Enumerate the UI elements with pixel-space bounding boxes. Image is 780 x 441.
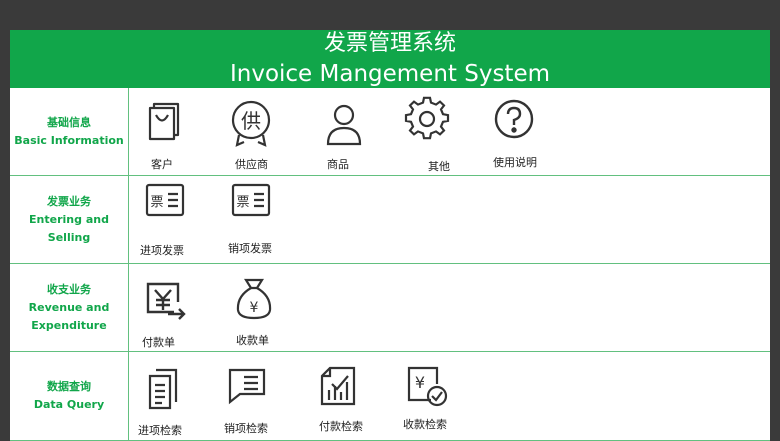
output-search-label: 销项检索 [224, 422, 268, 435]
input-invoice-label: 进项发票 [140, 244, 184, 257]
section-title-cn: 基础信息 [47, 115, 91, 129]
input-search-button[interactable]: 进项检索 [138, 352, 210, 440]
customer-label: 客户 [151, 158, 173, 171]
output-invoice-label: 销项发票 [228, 242, 272, 255]
supplier-badge-icon: 供 [231, 100, 271, 147]
section-entering-selling: 发票业务 Entering and Selling 票 进项发票 票 销项发票 [10, 176, 770, 264]
input-invoice-button[interactable]: 票 进项发票 [140, 176, 210, 263]
product-button[interactable]: 商品 [322, 88, 392, 175]
section-data-query: 数据查询 Data Query 进项检索 销项检索 付款检索 ¥ 收款检索 [10, 352, 770, 441]
person-icon [326, 104, 362, 146]
supplier-label: 供应商 [235, 158, 268, 171]
section-title-en: Entering and Selling [29, 212, 109, 244]
payment-search-label: 付款检索 [319, 420, 363, 433]
svg-text:¥: ¥ [250, 300, 259, 316]
question-icon [494, 99, 534, 139]
section-label: 基础信息 Basic Information [10, 88, 129, 175]
user-guide-label: 使用说明 [493, 156, 537, 169]
supplier-button[interactable]: 供 供应商 [228, 88, 298, 175]
yuan-check-icon: ¥ [407, 366, 448, 407]
invoice-icon: 票 [145, 183, 185, 217]
product-label: 商品 [327, 158, 349, 171]
gear-icon [404, 96, 450, 140]
section-title-en-line1: Revenue and [28, 300, 110, 314]
section-title-en: Data Query [33, 398, 105, 411]
other-label: 其他 [428, 160, 450, 173]
receipt-search-label: 收款检索 [403, 418, 447, 431]
other-button[interactable]: 其他 [404, 88, 474, 175]
invoice-system-sheet: 发票管理系统 Invoice Mangement System 基础信息 Bas… [10, 30, 770, 441]
payment-label: 付款单 [142, 336, 175, 349]
section-title-en-line2: Expenditure [31, 318, 107, 332]
money-bag-icon: ¥ [236, 278, 272, 320]
section-title-en: Basic Information [14, 133, 124, 147]
user-guide-button[interactable]: 使用说明 [493, 88, 563, 175]
section-revenue-expenditure: 收支业务 Revenue and Expenditure 付款单 ¥ 收款单 [10, 264, 770, 352]
payment-search-button[interactable]: 付款检索 [316, 352, 386, 440]
section-title-cn: 发票业务 [47, 194, 91, 208]
yuan-payment-icon [146, 282, 186, 320]
section-title-cn: 收支业务 [47, 282, 91, 296]
title-chinese: 发票管理系统 [323, 31, 456, 56]
input-search-label: 进项检索 [138, 424, 182, 437]
receipt-label: 收款单 [236, 334, 269, 347]
section-title-cn: 数据查询 [47, 380, 91, 393]
svg-text:票: 票 [236, 195, 249, 210]
section-label: 收支业务 Revenue and Expenditure [10, 264, 129, 351]
svg-text:供: 供 [241, 109, 261, 133]
receipt-button[interactable]: ¥ 收款单 [228, 264, 298, 351]
shopping-bag-icon [148, 102, 180, 141]
section-label: 数据查询 Data Query [10, 352, 129, 440]
header-banner: 发票管理系统 Invoice Mangement System [10, 30, 770, 88]
output-invoice-button[interactable]: 票 销项发票 [228, 176, 298, 263]
list-bubble-icon [228, 368, 266, 405]
documents-icon [148, 368, 178, 410]
title-english: Invoice Mangement System [229, 61, 551, 87]
section-basic-information: 基础信息 Basic Information 客户 供 供应商 商品 其他 使用… [10, 88, 770, 176]
section-label: 发票业务 Entering and Selling [10, 176, 129, 263]
chart-check-icon [320, 366, 356, 406]
invoice-icon: 票 [231, 183, 271, 217]
payment-button[interactable]: 付款单 [140, 264, 210, 351]
svg-text:票: 票 [150, 195, 163, 210]
customer-button[interactable]: 客户 [140, 88, 210, 175]
output-search-button[interactable]: 销项检索 [224, 352, 294, 440]
svg-text:¥: ¥ [415, 373, 425, 392]
receipt-search-button[interactable]: ¥ 收款检索 [403, 352, 473, 440]
